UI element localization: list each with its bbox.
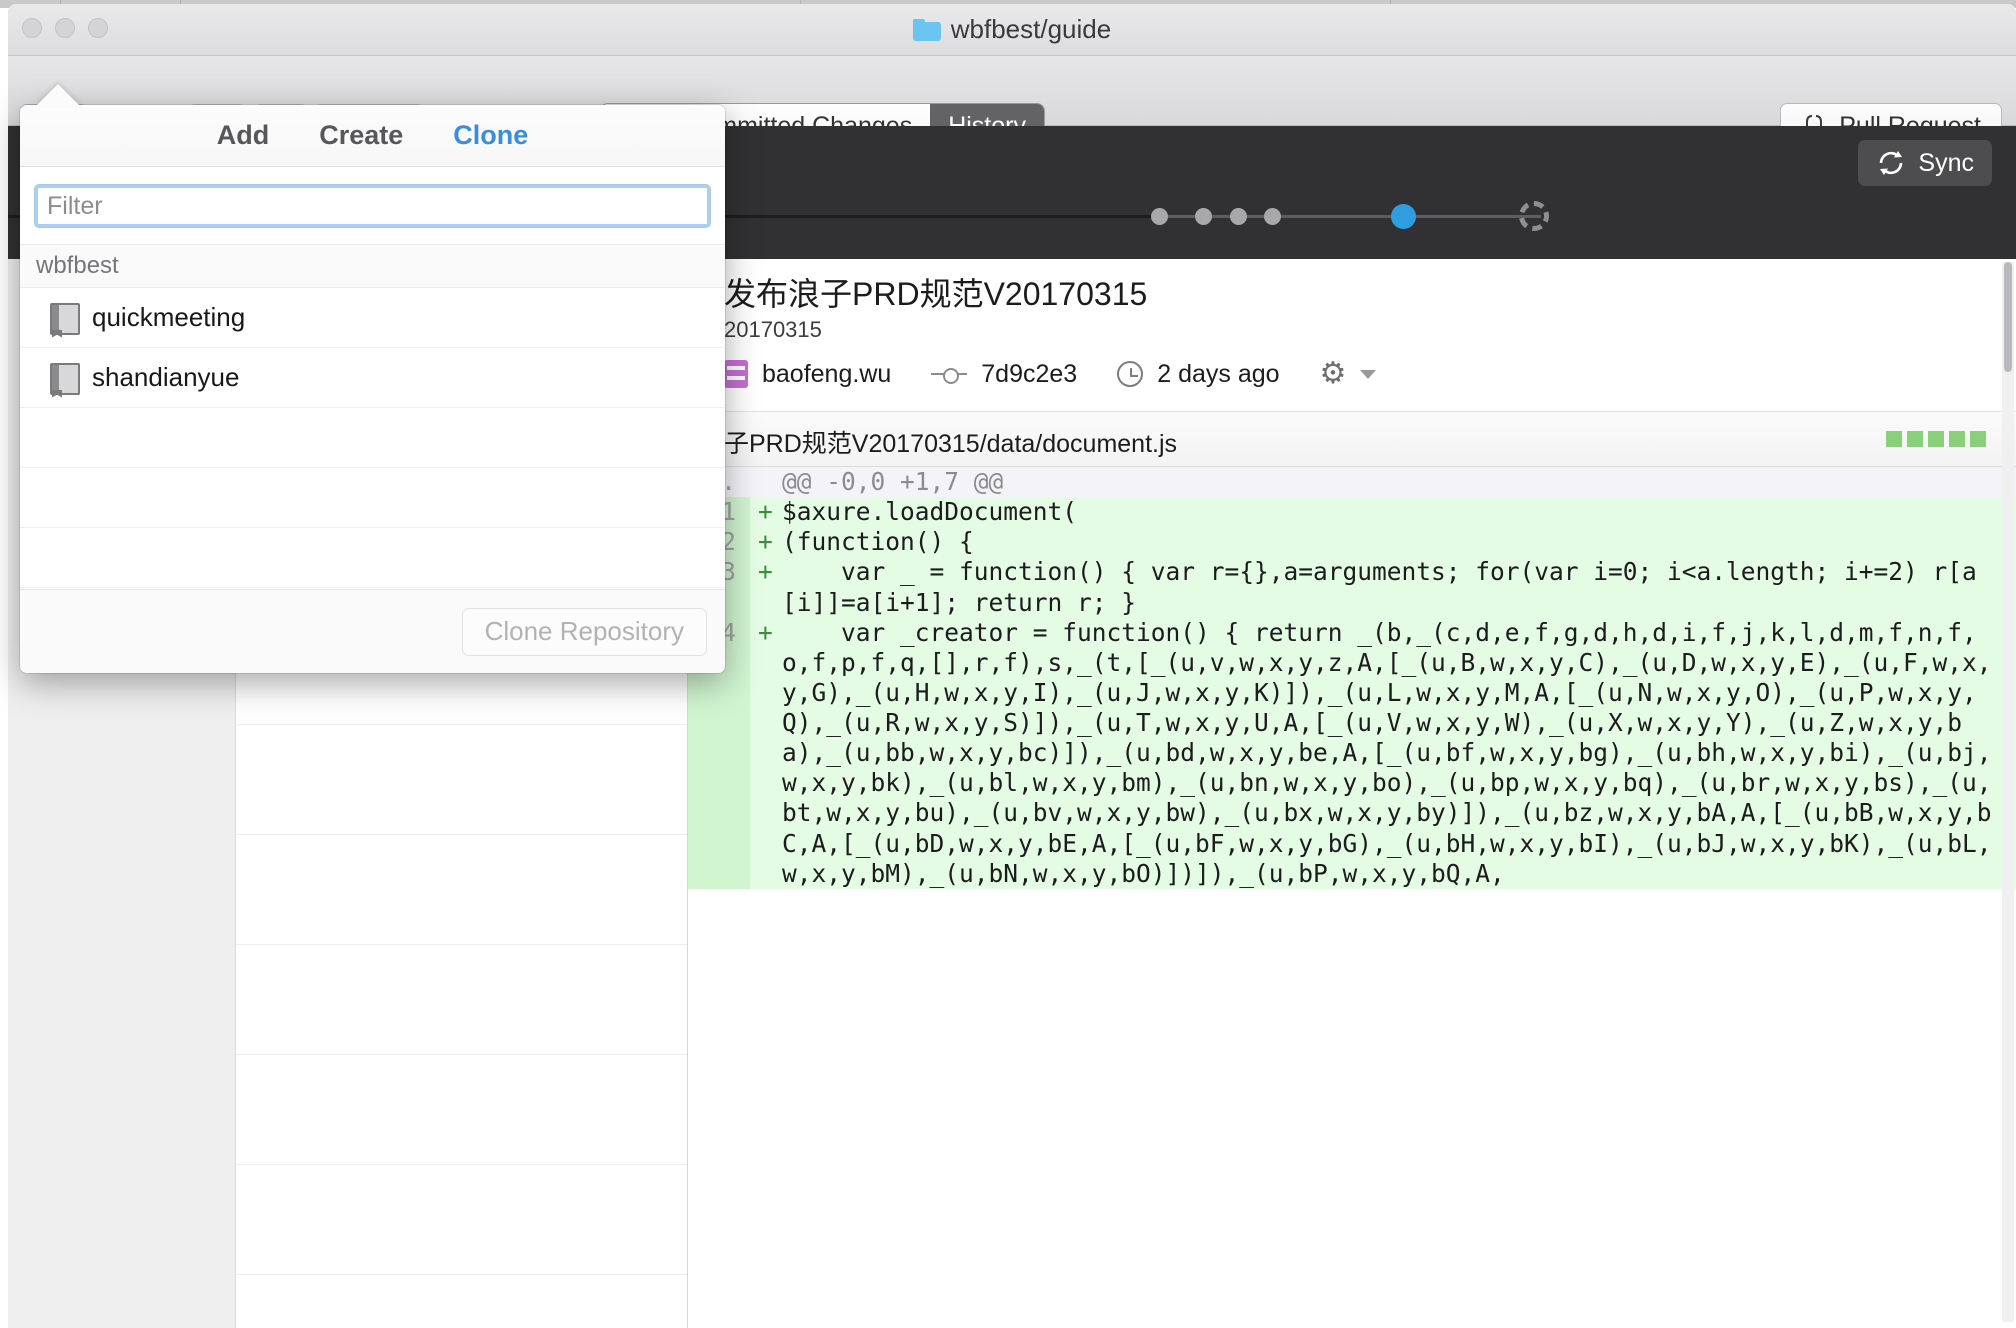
list-item[interactable]: shandianyue (20, 348, 725, 408)
titlebar: wbfbest/guide (8, 4, 2016, 56)
diff-line-sign: + (758, 557, 773, 587)
diff-line-code: $axure.loadDocument( (782, 497, 1078, 527)
chevron-down-icon[interactable] (1360, 369, 1377, 379)
timeline-dot[interactable] (1195, 208, 1212, 225)
commit-meta: baofeng.wu 7d9c2e3 2 days ago ⚙ (724, 359, 1377, 389)
repository-list[interactable]: quickmeeting shandianyue (20, 288, 725, 589)
diff-line-sign: + (758, 527, 773, 557)
timeline-dot-selected[interactable] (1391, 204, 1416, 229)
commit-time: 2 days ago (1157, 359, 1280, 388)
diff-viewer[interactable]: ... @@ -0,0 +1,7 @@ 1 + $axure.loadDocum… (688, 467, 2016, 1328)
dashed-circle-icon[interactable] (1519, 201, 1549, 231)
timeline-dot[interactable] (1151, 208, 1168, 225)
diff-hunk-header: ... @@ -0,0 +1,7 @@ (688, 467, 2016, 498)
repository-icon (50, 362, 80, 395)
diff-line: 2 + (function() { (688, 527, 2016, 558)
diff-line-code: var _creator = function() { return _(b,_… (782, 617, 1992, 888)
diff-line-sign: + (758, 617, 773, 647)
avatar (724, 360, 748, 388)
diff-line-code: (function() { (782, 527, 974, 557)
tab-create[interactable]: Create (319, 120, 403, 151)
diff-line: 3 + var _ = function() { var r={},a=argu… (688, 557, 2016, 618)
list-item-empty (20, 468, 725, 528)
filter-row (20, 167, 725, 244)
diff-line-sign: + (758, 497, 773, 527)
commit-list-row[interactable] (236, 1055, 687, 1165)
commit-sha[interactable]: 7d9c2e3 (981, 360, 1077, 389)
window-title: wbfbest/guide (8, 14, 2016, 45)
sync-refresh-icon (1880, 151, 1903, 175)
diff-stat-blocks (1886, 431, 1986, 447)
commit-author: baofeng.wu (762, 359, 892, 388)
filter-input[interactable] (34, 184, 711, 228)
popover-footer: Clone Repository (20, 589, 725, 673)
diff-hunk-text: @@ -0,0 +1,7 @@ (782, 467, 1004, 496)
clone-repository-button[interactable]: Clone Repository (461, 607, 707, 656)
list-item-empty (20, 408, 725, 468)
clock-icon (1117, 361, 1144, 387)
repository-icon (50, 302, 80, 335)
folder-icon (912, 18, 941, 41)
diff-stat-block (1928, 431, 1944, 447)
diff-stat-block (1970, 431, 1986, 447)
diff-line: 1 + $axure.loadDocument( (688, 497, 2016, 528)
commit-list-row[interactable] (236, 945, 687, 1055)
commit-detail: 发布浪子PRD规范V20170315 20170315 baofeng.wu 7… (688, 259, 2016, 1328)
repo-group-header: wbfbest (20, 244, 725, 288)
scrollbar-thumb[interactable] (2004, 262, 2012, 372)
commit-list-row[interactable] (236, 725, 687, 835)
commit-list-row[interactable] (236, 1165, 687, 1275)
timeline-dot[interactable] (1264, 208, 1281, 225)
diff-stat-block (1949, 431, 1965, 447)
file-path: 子PRD规范V20170315/data/document.js (724, 430, 1178, 458)
window-title-text: wbfbest/guide (950, 14, 1112, 44)
tab-add[interactable]: Add (217, 120, 269, 151)
gear-icon[interactable]: ⚙ (1320, 359, 1347, 389)
commit-list-row[interactable] (236, 835, 687, 945)
popover-tabs: Add Create Clone (20, 105, 725, 167)
diff-stat-block (1886, 431, 1902, 447)
popover-arrow (36, 84, 80, 106)
commit-sha-icon (931, 367, 968, 384)
diff-stat-block (1907, 431, 1923, 447)
commit-title: 发布浪子PRD规范V20170315 (724, 276, 1148, 312)
repository-name: shandianyue (92, 362, 240, 392)
add-repository-popover: Add Create Clone wbfbest quickmeeting sh… (20, 105, 725, 673)
app-root: wbfbest/guide + (0, 0, 2016, 1328)
vertical-scrollbar[interactable] (2002, 262, 2014, 1322)
sync-button[interactable]: Sync (1858, 140, 1992, 186)
diff-line: 4 + var _creator = function() { return _… (688, 617, 2016, 889)
timeline-track-right (1161, 215, 1541, 218)
repository-name: quickmeeting (92, 302, 246, 332)
file-header[interactable]: 子PRD规范V20170315/data/document.js (688, 411, 2016, 467)
list-item-empty (20, 528, 725, 588)
list-item[interactable]: quickmeeting (20, 288, 725, 348)
commit-subtitle: 20170315 (724, 317, 822, 342)
diff-line-code: var _ = function() { var r={},a=argument… (782, 557, 1977, 617)
timeline-dot[interactable] (1230, 208, 1247, 225)
sync-label: Sync (1918, 148, 1974, 177)
tab-clone[interactable]: Clone (453, 120, 528, 151)
